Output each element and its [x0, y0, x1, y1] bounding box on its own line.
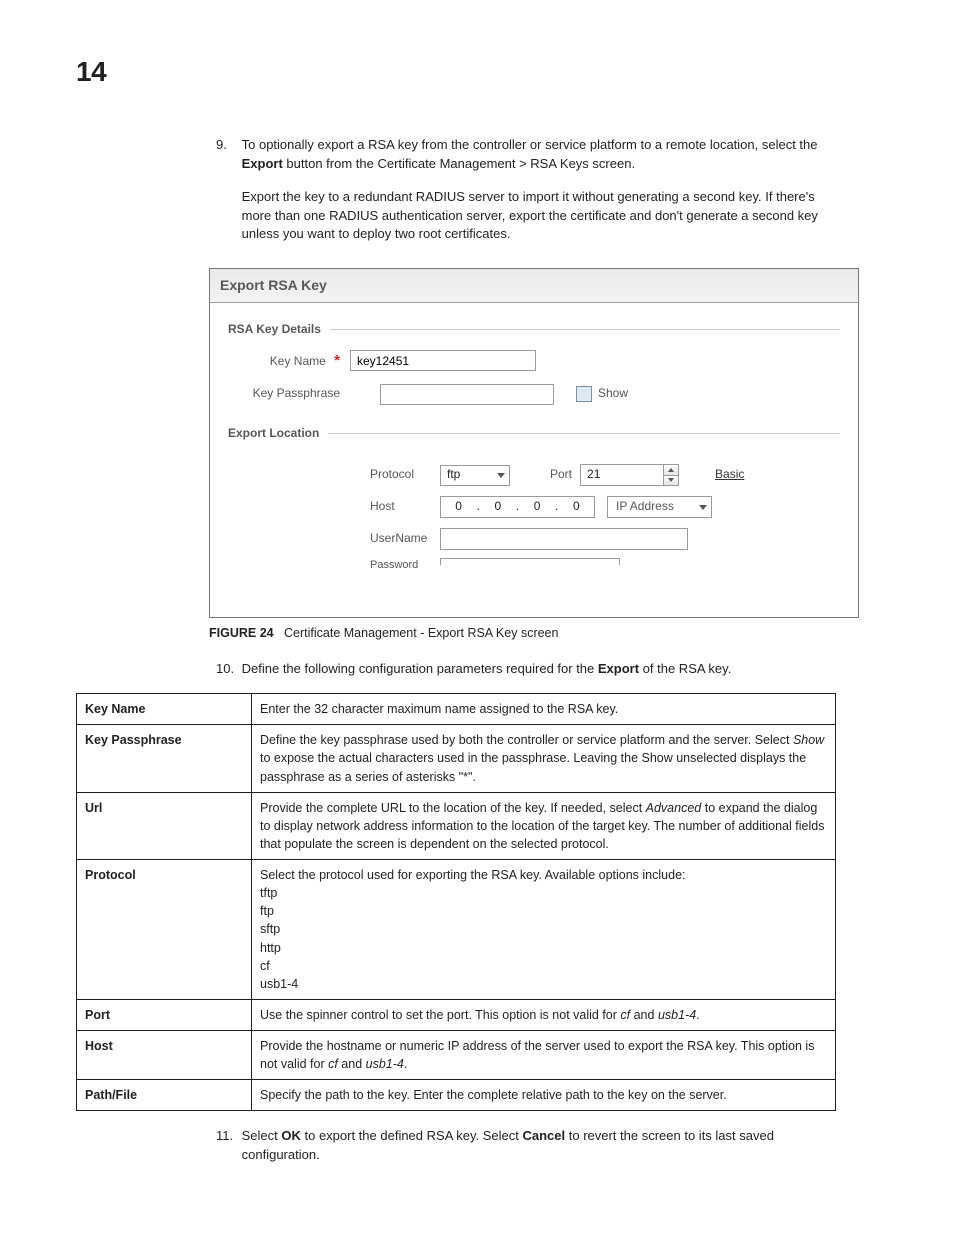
- text: To optionally export a RSA key from the …: [242, 137, 818, 152]
- table-row: Protocol Select the protocol used for ex…: [77, 860, 836, 1000]
- step-11: 11. Select OK to export the defined RSA …: [216, 1127, 878, 1165]
- key-passphrase-field[interactable]: [380, 384, 554, 405]
- text: Define the following configuration param…: [242, 661, 598, 676]
- param-key: Port: [77, 999, 252, 1030]
- chevron-up-icon: [668, 468, 674, 472]
- param-key: Key Passphrase: [77, 725, 252, 792]
- ip-octet: 0: [573, 498, 580, 515]
- host-ip-field[interactable]: 0. 0. 0. 0: [440, 496, 595, 518]
- fieldset-rsa-key-details: RSA Key Details: [228, 322, 321, 336]
- table-row: Port Use the spinner control to set the …: [77, 999, 836, 1030]
- param-key: Url: [77, 792, 252, 859]
- chevron-down-icon: [668, 478, 674, 482]
- chevron-down-icon: [497, 473, 505, 478]
- parameter-table: Key Name Enter the 32 character maximum …: [76, 693, 836, 1111]
- label-password: Password: [370, 558, 440, 574]
- param-key: Path/File: [77, 1080, 252, 1111]
- port-step-up[interactable]: [664, 465, 678, 476]
- dialog-title: Export RSA Key: [210, 269, 858, 302]
- table-row: Url Provide the complete URL to the loca…: [77, 792, 836, 859]
- param-desc: Select the protocol used for exporting t…: [252, 860, 836, 1000]
- bold-export: Export: [242, 156, 283, 171]
- label-key-passphrase: Key Passphrase: [250, 385, 340, 402]
- text: to export the defined RSA key. Select: [301, 1128, 523, 1143]
- param-key: Protocol: [77, 860, 252, 1000]
- figure-export-rsa-key: Export RSA Key RSA Key Details Key Name …: [209, 268, 859, 618]
- param-desc: Provide the complete URL to the location…: [252, 792, 836, 859]
- step-num: 9.: [216, 136, 238, 155]
- table-row: Key Passphrase Define the key passphrase…: [77, 725, 836, 792]
- step-num: 11.: [216, 1127, 238, 1146]
- ip-octet: 0: [534, 498, 541, 515]
- param-desc: Enter the 32 character maximum name assi…: [252, 694, 836, 725]
- ip-octet: 0: [455, 498, 462, 515]
- bold-ok: OK: [281, 1128, 301, 1143]
- protocol-value: ftp: [447, 466, 460, 483]
- ip-octet: 0: [495, 498, 502, 515]
- text: Select: [242, 1128, 282, 1143]
- show-checkbox[interactable]: [576, 386, 592, 402]
- chevron-down-icon: [699, 505, 707, 510]
- page-number: 14: [76, 56, 878, 88]
- step-10: 10. Define the following configuration p…: [216, 660, 878, 679]
- address-type-select[interactable]: IP Address: [607, 496, 712, 518]
- figure-caption: FIGURE 24 Certificate Management - Expor…: [209, 624, 878, 642]
- paragraph: Export the key to a redundant RADIUS ser…: [242, 188, 842, 245]
- table-row: Key Name Enter the 32 character maximum …: [77, 694, 836, 725]
- param-key: Key Name: [77, 694, 252, 725]
- bold-export: Export: [598, 661, 639, 676]
- table-row: Host Provide the hostname or numeric IP …: [77, 1031, 836, 1080]
- label-show: Show: [598, 385, 628, 402]
- password-field[interactable]: [440, 558, 620, 565]
- figure-number: FIGURE 24: [209, 626, 274, 640]
- step-9: 9. To optionally export a RSA key from t…: [216, 136, 878, 244]
- fieldset-export-location: Export Location: [228, 426, 319, 440]
- param-desc: Provide the hostname or numeric IP addre…: [252, 1031, 836, 1080]
- step-num: 10.: [216, 660, 238, 679]
- label-username: UserName: [370, 530, 440, 547]
- text: of the RSA key.: [639, 661, 731, 676]
- param-key: Host: [77, 1031, 252, 1080]
- param-desc: Use the spinner control to set the port.…: [252, 999, 836, 1030]
- required-asterisk-icon: *: [334, 352, 340, 369]
- protocol-select[interactable]: ftp: [440, 465, 510, 486]
- table-row: Path/File Specify the path to the key. E…: [77, 1080, 836, 1111]
- label-key-name: Key Name *: [250, 350, 340, 372]
- param-desc: Specify the path to the key. Enter the c…: [252, 1080, 836, 1111]
- key-name-field[interactable]: [350, 350, 536, 371]
- label-host: Host: [370, 498, 440, 515]
- port-stepper[interactable]: 21: [580, 464, 679, 486]
- address-type-value: IP Address: [616, 498, 674, 515]
- port-step-down[interactable]: [664, 476, 678, 486]
- username-field[interactable]: [440, 528, 688, 550]
- basic-link[interactable]: Basic: [715, 466, 744, 483]
- figure-caption-text: Certificate Management - Export RSA Key …: [284, 626, 558, 640]
- label-protocol: Protocol: [370, 466, 440, 483]
- param-desc: Define the key passphrase used by both t…: [252, 725, 836, 792]
- bold-cancel: Cancel: [522, 1128, 565, 1143]
- port-value: 21: [581, 465, 663, 485]
- text: button from the Certificate Management >…: [283, 156, 635, 171]
- label-port: Port: [550, 466, 572, 483]
